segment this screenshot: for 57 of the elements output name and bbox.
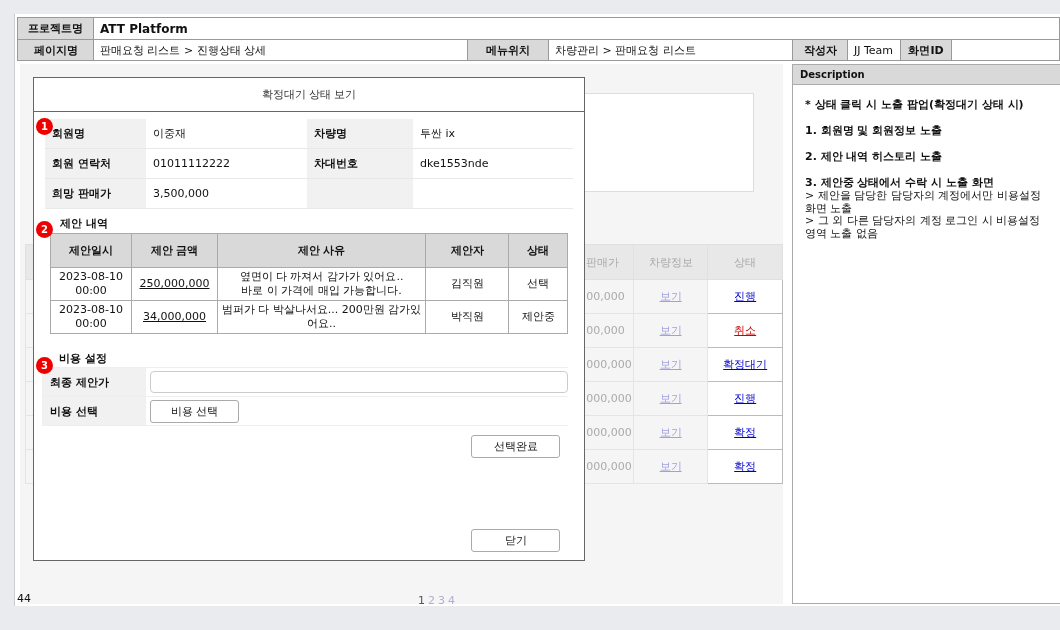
status-link[interactable]: 취소 xyxy=(734,324,757,337)
status-link[interactable]: 확정 xyxy=(734,426,757,439)
header-label: 화면ID xyxy=(901,40,952,60)
field-label: 회원 연락처 xyxy=(45,148,146,179)
table-cell: 선택 xyxy=(508,267,568,301)
table-cell: 2023-08-10 00:00 xyxy=(50,267,132,301)
field-label: 최종 제안가 xyxy=(42,368,146,396)
description-text: 3. 제안중 상태에서 수락 시 노출 화면 xyxy=(805,175,995,190)
number-badge: 2 xyxy=(36,221,53,238)
description-text: > 그 외 다른 담당자의 계정 로그인 시 비용설정 영역 노출 없음 xyxy=(805,215,1042,241)
page-number: 44 xyxy=(17,592,31,605)
column-header: 상태 xyxy=(508,233,568,268)
number-badge: 3 xyxy=(36,357,53,374)
field-value: 투싼 ix xyxy=(413,119,573,149)
column-header: 제안자 xyxy=(425,233,509,268)
field-value: 01011112222 xyxy=(146,148,307,179)
field-value: 이중재 xyxy=(146,119,307,149)
status-link[interactable]: 진행 xyxy=(734,290,757,303)
column-header: 제안일시 xyxy=(50,233,132,268)
status-link[interactable]: 확정 xyxy=(734,460,757,473)
column-header: 제안 사유 xyxy=(217,233,426,268)
description-text: 1. 회원명 및 회원정보 노출 xyxy=(805,123,944,138)
field-label: 차량명 xyxy=(307,119,413,149)
status-link[interactable]: 진행 xyxy=(734,392,757,405)
table-cell: 범퍼가 다 박살나서요... 200만원 감가있어요.. xyxy=(217,300,426,334)
description-text: > 제안을 담당한 담당자의 계정에서만 비용설정 화면 노출 xyxy=(805,190,1042,215)
field-label: 희망 판매가 xyxy=(45,178,146,209)
header-label: 작성자 xyxy=(793,40,848,60)
description-text: 2. 제안 내역 히스토리 노출 xyxy=(805,149,944,164)
field-value: 3,500,000 xyxy=(146,178,307,209)
field-value: dke1553nde xyxy=(413,148,573,179)
page-link[interactable]: 1 xyxy=(418,594,425,607)
cost-select-button[interactable]: 비용 선택 xyxy=(150,399,239,423)
input-field[interactable] xyxy=(150,371,568,393)
table-cell: 김직원 xyxy=(425,267,509,301)
table-cell: 제안중 xyxy=(508,300,568,334)
field-label: 차대번호 xyxy=(307,148,413,179)
table-cell: 2023-08-10 00:00 xyxy=(50,300,132,334)
column-header: 차량정보 xyxy=(633,244,708,280)
section-title: 제안 내역 xyxy=(60,215,108,232)
column-header: 판매가 xyxy=(584,244,634,280)
table-cell: 박직원 xyxy=(425,300,509,334)
column-header: 제안 금액 xyxy=(131,233,218,268)
header-label: 페이지명 xyxy=(18,40,94,60)
table-cell: 옆면이 다 까져서 감가가 있어요.. 바로 이 가격에 매입 가능합니다. xyxy=(217,267,426,301)
panel-title: Description xyxy=(793,65,1060,85)
column-header: 상태 xyxy=(707,244,783,280)
field-label: 비용 선택 xyxy=(42,397,146,425)
dialog-title: 확정대기 상태 보기 xyxy=(34,78,584,112)
header-label: 프로젝트명 xyxy=(18,18,94,39)
close-button[interactable]: 닫기 xyxy=(471,529,560,552)
number-badge: 1 xyxy=(36,118,53,135)
description-text: * 상태 클릭 시 노출 팝업(확정대기 상태 시) xyxy=(805,97,1025,112)
section-title: 비용 설정 xyxy=(59,350,107,367)
complete-button[interactable]: 선택완료 xyxy=(471,435,560,458)
header-label: 메뉴위치 xyxy=(468,40,549,60)
project-name: ATT Platform xyxy=(99,20,188,38)
